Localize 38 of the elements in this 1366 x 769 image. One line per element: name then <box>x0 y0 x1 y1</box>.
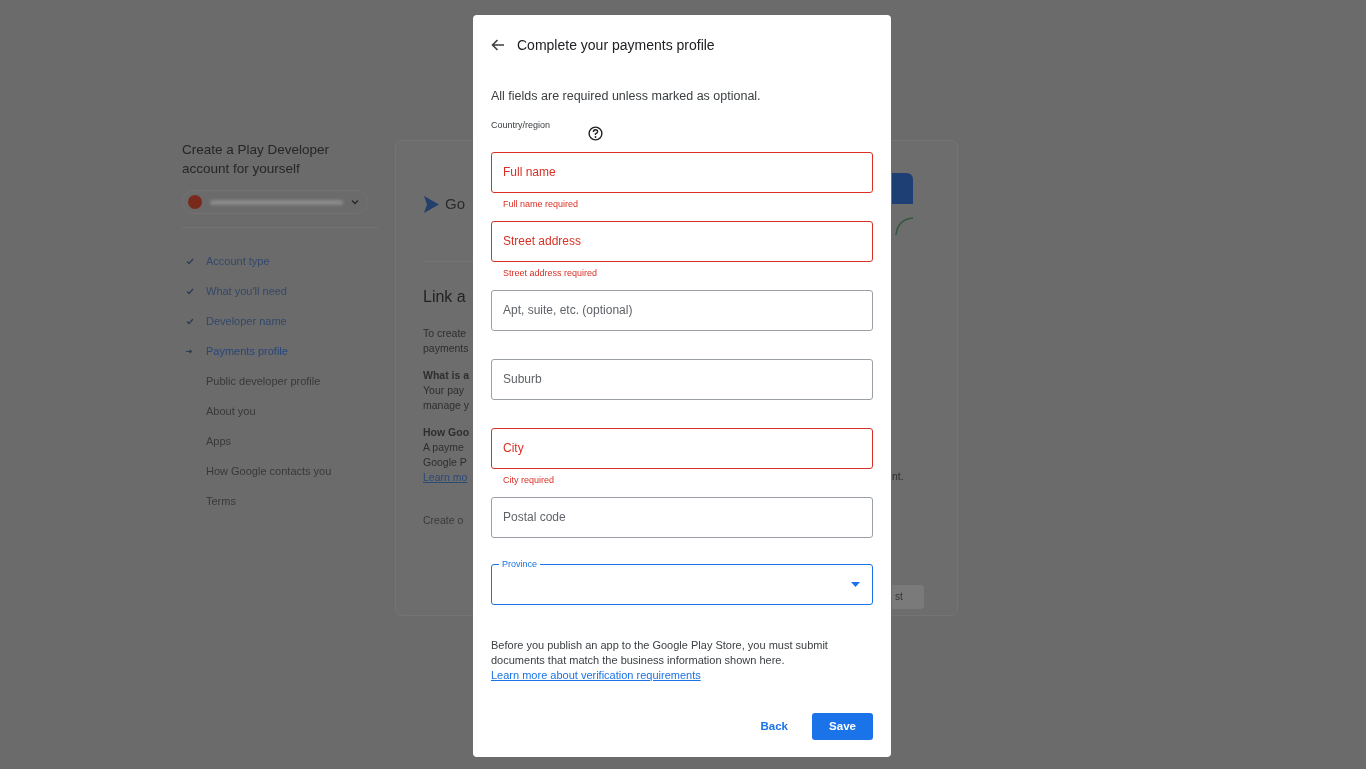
page-title: Create a Play Developer account for yourself <box>182 141 331 178</box>
text-line: payments <box>423 340 470 356</box>
text-field[interactable]: Full name <box>491 151 873 193</box>
error-message: City required <box>503 473 556 487</box>
chevron-icon <box>351 199 359 205</box>
arrow-icon <box>186 348 193 354</box>
illustration-drawing <box>892 173 914 237</box>
text-line: manage y <box>423 397 471 413</box>
notice-text: Before you publish an app to the Google Play Store, you must submit documents that match the business information shown here. Learn more about verification requirements <box>491 637 829 683</box>
help-icon <box>588 125 604 141</box>
text-field[interactable]: Postal code <box>491 496 873 538</box>
section-heading: Link a <box>423 286 467 307</box>
text-line: To create <box>423 325 468 341</box>
text-field[interactable]: City <box>491 427 873 469</box>
error-message: Street address required <box>503 266 599 280</box>
dialog-title: Complete your payments profile <box>517 36 715 54</box>
text-line: Your pay <box>423 382 466 398</box>
step-link[interactable]: Payments profile <box>206 342 288 360</box>
back-arrow-icon[interactable] <box>491 39 505 51</box>
save-button[interactable]: Save <box>812 712 873 740</box>
field-label: Country/region <box>491 118 551 132</box>
text-line: What is a <box>423 367 471 383</box>
learn-more-link[interactable]: Learn more about verification requirements <box>491 668 701 681</box>
text-line: How Goo <box>423 424 471 440</box>
text-field[interactable]: Apt, suite, etc. (optional) <box>491 289 873 331</box>
error-message: Full name required <box>503 197 580 211</box>
avatar-icon <box>188 195 202 209</box>
caret-icon <box>851 581 860 587</box>
text-field[interactable]: Suburb <box>491 358 873 400</box>
play-logo-icon <box>423 194 440 214</box>
instructions-text: All fields are required unless marked as optional. <box>491 88 762 105</box>
text-line: A payme <box>423 439 465 455</box>
back-button[interactable]: Back <box>758 713 790 739</box>
text-field[interactable]: Street address <box>491 220 873 262</box>
logo-text: Go <box>445 194 465 214</box>
learn-more-link[interactable]: Learn mo <box>423 469 474 485</box>
text-line: Google P <box>423 454 468 470</box>
text-line: nt. <box>892 469 905 484</box>
